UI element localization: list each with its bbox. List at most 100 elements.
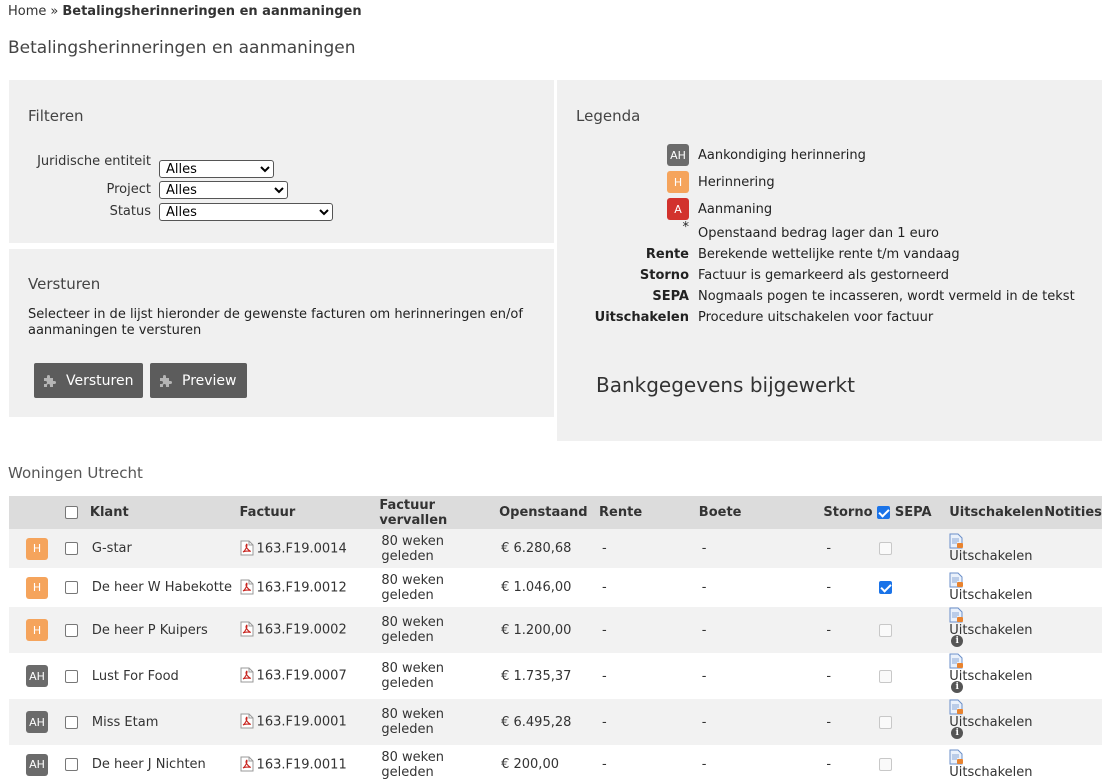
document-disable-icon[interactable] (949, 749, 967, 765)
puzzle-icon (158, 374, 172, 388)
rente-cell: - (599, 568, 699, 607)
klant-cell: G-star (89, 529, 240, 568)
header-klant[interactable]: Klant (89, 496, 240, 529)
status-select[interactable]: Alles (159, 203, 333, 221)
sepa-checkbox[interactable] (879, 542, 893, 555)
legend-panel: Legenda AH Aankondiging herinnering H He… (557, 80, 1102, 441)
legend-text: Berekende wettelijke rente t/m vandaag (698, 247, 960, 262)
breadcrumb-current: Betalingsherinneringen en aanmaningen (62, 4, 362, 19)
preview-button[interactable]: Preview (150, 363, 247, 398)
factuur-link[interactable]: 163.F19.0012 (257, 580, 347, 595)
header-boete[interactable]: Boete (698, 496, 824, 529)
factuur-link[interactable]: 163.F19.0014 (257, 541, 347, 556)
project-select[interactable]: Alles (159, 181, 288, 199)
factuur-cell: 163.F19.0007 (239, 653, 380, 699)
factuur-link[interactable]: 163.F19.0001 (257, 715, 347, 730)
legend-key: * (682, 220, 690, 235)
uitschakelen-link[interactable]: Uitschakelen (949, 765, 1032, 780)
header-uitschakelen[interactable]: Uitschakelen (949, 496, 1045, 529)
send-button-label: Versturen (66, 372, 134, 389)
rente-cell: - (599, 699, 699, 745)
info-icon[interactable]: i (951, 727, 964, 739)
pdf-icon[interactable] (240, 540, 257, 556)
uitschakelen-link[interactable]: Uitschakelen (949, 669, 1032, 684)
notities-cell (1044, 607, 1102, 653)
factuur-link[interactable]: 163.F19.0007 (257, 669, 347, 684)
preview-button-label: Preview (182, 372, 237, 389)
table-header-row: Klant Factuur Factuur vervallen Openstaa… (9, 496, 1102, 529)
uitschakelen-link[interactable]: Uitschakelen (949, 549, 1032, 564)
uitschakelen-link[interactable]: Uitschakelen (949, 588, 1032, 603)
pdf-icon[interactable] (240, 579, 257, 595)
vervallen-cell: 80 weken geleden (379, 653, 500, 699)
header-openstaand[interactable]: Openstaand (499, 496, 600, 529)
row-select-checkbox[interactable] (64, 581, 78, 594)
entity-select[interactable]: Alles (159, 160, 274, 178)
legend-text: Aanmaning (698, 201, 773, 217)
select-all-checkbox[interactable] (64, 506, 78, 519)
boete-cell: - (698, 607, 824, 653)
legend-text: Factuur is gemarkeerd als gestorneerd (698, 268, 950, 283)
filter-title: Filteren (28, 107, 84, 125)
legend-item-storno: Storno Factuur is gemarkeerd als gestorn… (557, 268, 949, 283)
klant-cell: Lust For Food (89, 653, 240, 699)
header-factuur[interactable]: Factuur (239, 496, 380, 529)
pdf-icon[interactable] (240, 621, 257, 638)
invoice-table: Klant Factuur Factuur vervallen Openstaa… (9, 496, 1102, 784)
document-disable-icon[interactable] (949, 653, 967, 669)
legend-key: Uitschakelen (594, 310, 689, 325)
legend-text: Aankondiging herinnering (698, 147, 866, 163)
status-badge: H (26, 619, 48, 641)
header-rente[interactable]: Rente (599, 496, 699, 529)
header-vervallen[interactable]: Factuur vervallen (379, 496, 500, 529)
uitschakelen-link[interactable]: Uitschakelen (949, 623, 1032, 638)
document-disable-icon[interactable] (949, 533, 967, 549)
vervallen-cell: 80 weken geleden (379, 568, 500, 607)
page-title: Betalingsherinneringen en aanmaningen (8, 38, 356, 58)
row-select-checkbox[interactable] (64, 669, 78, 683)
header-badge (9, 496, 55, 529)
document-disable-icon[interactable] (949, 572, 967, 588)
rente-cell: - (599, 653, 699, 699)
row-select-checkbox[interactable] (64, 623, 78, 637)
header-storno[interactable]: Storno (823, 496, 878, 529)
factuur-link[interactable]: 163.F19.0002 (257, 623, 347, 638)
pdf-icon[interactable] (240, 667, 257, 684)
breadcrumb: Home » Betalingsherinneringen en aanmaning… (8, 4, 362, 19)
row-select-checkbox[interactable] (64, 715, 78, 729)
factuur-cell: 163.F19.0002 (239, 607, 380, 653)
legend-item-rente: Rente Berekende wettelijke rente t/m van… (557, 247, 960, 262)
status-label: Status (109, 204, 151, 219)
badge-a: A (667, 198, 689, 220)
row-select-checkbox[interactable] (64, 542, 78, 555)
uitschakelen-cell: Uitschakeleni (949, 653, 1045, 699)
sepa-checkbox[interactable] (879, 581, 893, 594)
header-notities[interactable]: Notities (1044, 496, 1102, 529)
info-icon[interactable]: i (951, 681, 964, 693)
vervallen-cell: 80 weken geleden (379, 607, 500, 653)
openstaand-cell: € 1.735,37 (499, 653, 600, 699)
puzzle-icon (42, 374, 56, 388)
storno-cell: - (823, 529, 878, 568)
uitschakelen-link[interactable]: Uitschakelen (949, 715, 1032, 730)
pdf-icon[interactable] (240, 713, 257, 730)
sepa-select-all-checkbox[interactable] (877, 506, 891, 519)
legend-key: SEPA (652, 289, 689, 304)
send-button[interactable]: Versturen (34, 363, 144, 398)
badge-h: H (667, 171, 689, 193)
storno-cell: - (823, 568, 878, 607)
vervallen-cell: 80 weken geleden (379, 699, 500, 745)
document-disable-icon[interactable] (949, 607, 967, 623)
section-title: Woningen Utrecht (8, 464, 143, 482)
legend-item-uitschakelen: Uitschakelen Procedure uitschakelen voor… (557, 310, 934, 325)
document-disable-icon[interactable] (949, 699, 967, 715)
breadcrumb-home-link[interactable]: Home (8, 4, 46, 19)
sepa-checkbox[interactable] (879, 623, 893, 637)
info-icon[interactable]: i (951, 635, 964, 647)
uitschakelen-cell: Uitschakeleni (949, 699, 1045, 745)
notities-cell (1044, 653, 1102, 699)
factuur-cell: 163.F19.0012 (239, 568, 380, 607)
sepa-checkbox[interactable] (879, 669, 893, 683)
legend-item-ah: AH Aankondiging herinnering (557, 144, 866, 166)
sepa-checkbox[interactable] (879, 715, 893, 729)
